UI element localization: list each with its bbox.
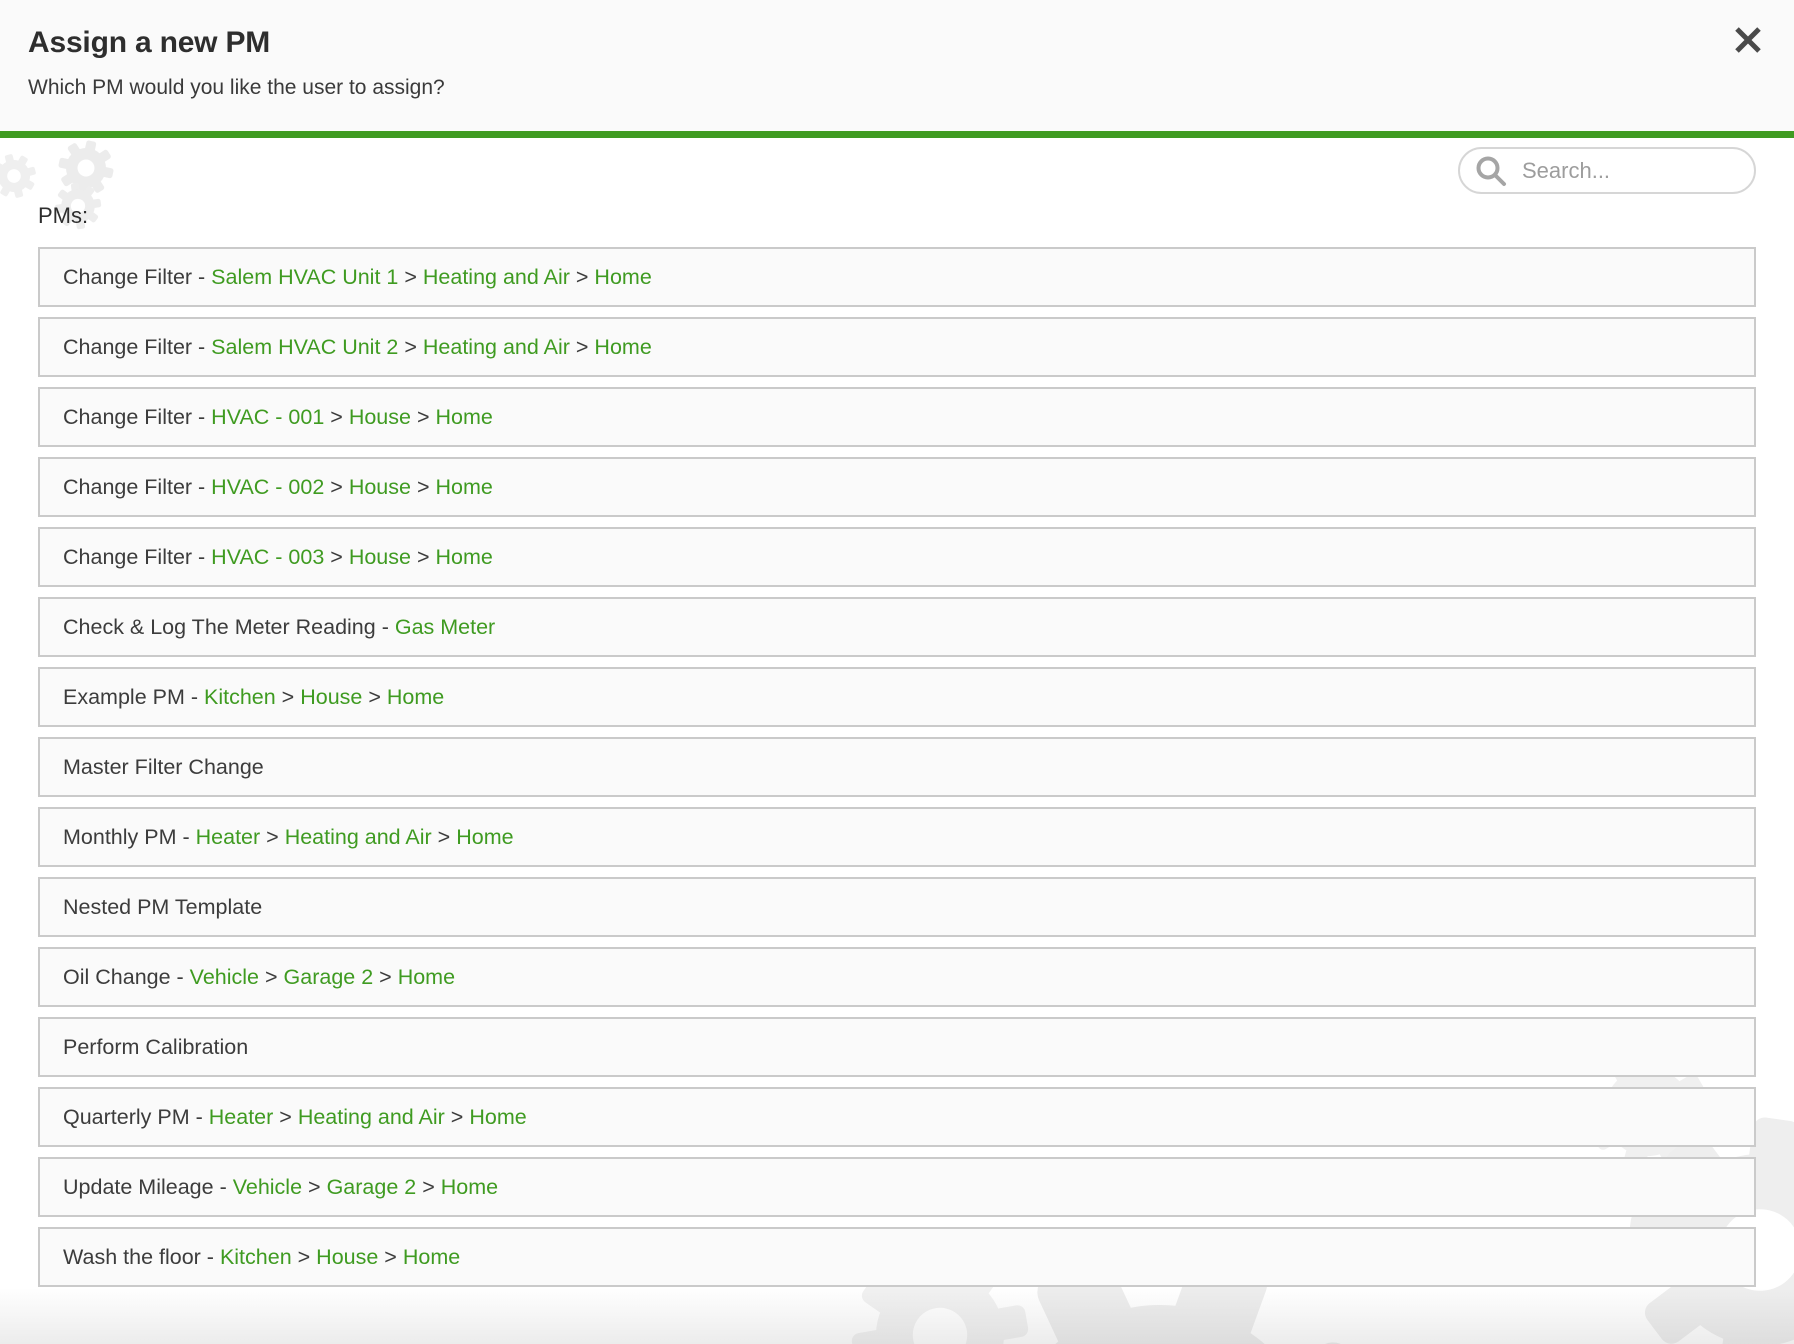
path-segment: Heating and Air	[298, 1105, 445, 1130]
path-segment: Home	[398, 965, 455, 990]
path-separator: >	[432, 825, 457, 850]
path-segment: Home	[435, 545, 492, 570]
search-input[interactable]	[1458, 147, 1756, 194]
pm-list-item[interactable]: Check & Log The Meter Reading - Gas Mete…	[38, 597, 1756, 657]
path-segment: Kitchen	[204, 685, 276, 710]
pm-name: Check & Log The Meter Reading -	[63, 615, 395, 640]
pm-name: Nested PM Template	[63, 895, 262, 920]
pm-name: Wash the floor -	[63, 1245, 220, 1270]
pm-name: Quarterly PM -	[63, 1105, 209, 1130]
path-segment: HVAC - 002	[211, 475, 324, 500]
pm-name: Example PM -	[63, 685, 204, 710]
pm-list-item[interactable]: Example PM - Kitchen > House > Home	[38, 667, 1756, 727]
pm-list-item[interactable]: Update Mileage - Vehicle > Garage 2 > Ho…	[38, 1157, 1756, 1217]
path-segment: Home	[435, 475, 492, 500]
pm-list-item[interactable]: Nested PM Template	[38, 877, 1756, 937]
path-separator: >	[324, 545, 349, 570]
path-segment: House	[316, 1245, 378, 1270]
path-separator: >	[416, 1175, 441, 1200]
path-segment: Gas Meter	[395, 615, 495, 640]
path-separator: >	[373, 965, 398, 990]
path-segment: House	[349, 405, 411, 430]
path-segment: Home	[435, 405, 492, 430]
pm-name: Change Filter -	[63, 545, 211, 570]
path-segment: House	[349, 545, 411, 570]
assign-pm-modal: { "modal": { "title": "Assign a new PM",…	[0, 0, 1794, 1344]
pm-list-item[interactable]: Change Filter - HVAC - 003 > House > Hom…	[38, 527, 1756, 587]
path-segment: Vehicle	[233, 1175, 302, 1200]
path-segment: Salem HVAC Unit 2	[211, 335, 398, 360]
pm-list-item[interactable]: Master Filter Change	[38, 737, 1756, 797]
close-icon	[1733, 25, 1763, 55]
path-segment: Home	[469, 1105, 526, 1130]
path-separator: >	[445, 1105, 470, 1130]
pm-list-item[interactable]: Wash the floor - Kitchen > House > Home	[38, 1227, 1756, 1287]
pm-list-item[interactable]: Change Filter - Salem HVAC Unit 2 > Heat…	[38, 317, 1756, 377]
path-segment: Heater	[209, 1105, 274, 1130]
path-separator: >	[570, 335, 595, 360]
path-segment: Salem HVAC Unit 1	[211, 265, 398, 290]
pm-list-item[interactable]: Oil Change - Vehicle > Garage 2 > Home	[38, 947, 1756, 1007]
path-segment: Heating and Air	[423, 335, 570, 360]
path-segment: Kitchen	[220, 1245, 292, 1270]
path-separator: >	[259, 965, 284, 990]
path-segment: Heating and Air	[285, 825, 432, 850]
path-separator: >	[411, 405, 436, 430]
path-separator: >	[411, 475, 436, 500]
pm-name: Oil Change -	[63, 965, 190, 990]
path-separator: >	[378, 1245, 403, 1270]
path-segment: Home	[594, 335, 651, 360]
pm-name: Update Mileage -	[63, 1175, 233, 1200]
path-segment: Home	[456, 825, 513, 850]
path-separator: >	[260, 825, 285, 850]
pms-label: PMs:	[38, 203, 88, 229]
pm-list-item[interactable]: Quarterly PM - Heater > Heating and Air …	[38, 1087, 1756, 1147]
path-segment: Home	[387, 685, 444, 710]
pm-list-item[interactable]: Change Filter - Salem HVAC Unit 1 > Heat…	[38, 247, 1756, 307]
path-separator: >	[273, 1105, 298, 1130]
path-segment: Heating and Air	[423, 265, 570, 290]
pm-list: Change Filter - Salem HVAC Unit 1 > Heat…	[38, 247, 1756, 1297]
path-segment: House	[349, 475, 411, 500]
path-separator: >	[292, 1245, 317, 1270]
pm-name: Change Filter -	[63, 405, 211, 430]
path-separator: >	[276, 685, 301, 710]
path-separator: >	[362, 685, 387, 710]
pm-name: Change Filter -	[63, 475, 211, 500]
path-segment: Home	[594, 265, 651, 290]
pm-list-item[interactable]: Change Filter - HVAC - 002 > House > Hom…	[38, 457, 1756, 517]
path-segment: HVAC - 003	[211, 545, 324, 570]
modal-subtitle: Which PM would you like the user to assi…	[28, 76, 445, 100]
search-box	[1458, 147, 1756, 194]
close-button[interactable]	[1724, 16, 1772, 64]
path-segment: Home	[403, 1245, 460, 1270]
path-segment: Home	[441, 1175, 498, 1200]
pm-name: Perform Calibration	[63, 1035, 248, 1060]
path-segment: Heater	[196, 825, 261, 850]
path-segment: HVAC - 001	[211, 405, 324, 430]
modal-header: Assign a new PM Which PM would you like …	[0, 0, 1794, 138]
path-separator: >	[398, 265, 423, 290]
path-separator: >	[398, 335, 423, 360]
path-separator: >	[324, 405, 349, 430]
pm-list-item[interactable]: Monthly PM - Heater > Heating and Air > …	[38, 807, 1756, 867]
path-separator: >	[570, 265, 595, 290]
pm-name: Monthly PM -	[63, 825, 196, 850]
path-segment: House	[300, 685, 362, 710]
path-separator: >	[324, 475, 349, 500]
path-segment: Garage 2	[327, 1175, 417, 1200]
pm-list-item[interactable]: Change Filter - HVAC - 001 > House > Hom…	[38, 387, 1756, 447]
pm-list-item[interactable]: Perform Calibration	[38, 1017, 1756, 1077]
path-separator: >	[411, 545, 436, 570]
pm-name: Change Filter -	[63, 265, 211, 290]
pm-name: Change Filter -	[63, 335, 211, 360]
modal-title: Assign a new PM	[28, 26, 270, 60]
path-segment: Garage 2	[284, 965, 374, 990]
pm-name: Master Filter Change	[63, 755, 264, 780]
path-segment: Vehicle	[190, 965, 259, 990]
path-separator: >	[302, 1175, 327, 1200]
